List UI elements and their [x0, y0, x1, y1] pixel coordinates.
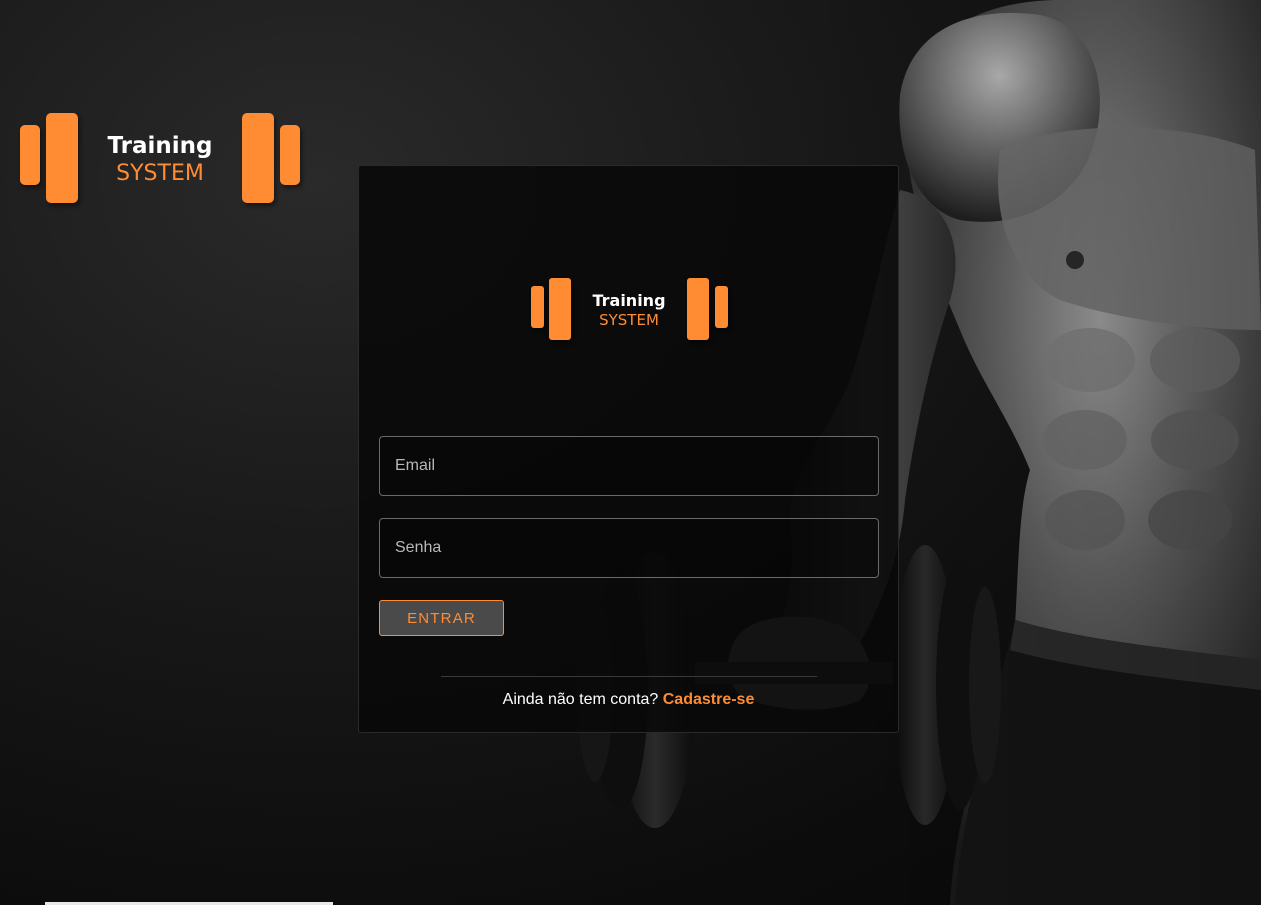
signup-link[interactable]: Cadastre-se — [663, 691, 755, 708]
card-logo: Training SYSTEM — [531, 278, 729, 342]
card-logo-text: Training SYSTEM — [581, 293, 677, 328]
login-page: Training SYSTEM Training SYSTEM ENTRAR A… — [0, 0, 1261, 905]
card-logo-right-small-plate — [715, 286, 728, 328]
signup-prompt: Ainda não tem conta? — [502, 691, 663, 708]
card-brand-line1: Training — [592, 291, 666, 310]
brand-logo: Training SYSTEM — [20, 113, 304, 205]
brand-logo-text: Training SYSTEM — [92, 135, 228, 185]
login-card: Training SYSTEM ENTRAR Ainda não tem con… — [358, 165, 899, 733]
password-field[interactable] — [379, 518, 879, 578]
card-logo-right-large-plate — [687, 278, 709, 340]
logo-right-large-plate — [242, 113, 274, 203]
email-field[interactable] — [379, 436, 879, 496]
card-brand-line2: SYSTEM — [599, 311, 659, 329]
brand-line2: SYSTEM — [116, 161, 204, 186]
signup-row: Ainda não tem conta? Cadastre-se — [359, 691, 898, 709]
brand-line1: Training — [107, 133, 213, 159]
card-logo-left-small-plate — [531, 286, 544, 328]
logo-right-small-plate — [280, 125, 300, 185]
logo-left-small-plate — [20, 125, 40, 185]
logo-left-large-plate — [46, 113, 78, 203]
password-input[interactable] — [380, 519, 878, 577]
email-input[interactable] — [380, 437, 878, 495]
card-logo-left-large-plate — [549, 278, 571, 340]
enter-button[interactable]: ENTRAR — [379, 600, 504, 636]
divider — [441, 676, 817, 677]
